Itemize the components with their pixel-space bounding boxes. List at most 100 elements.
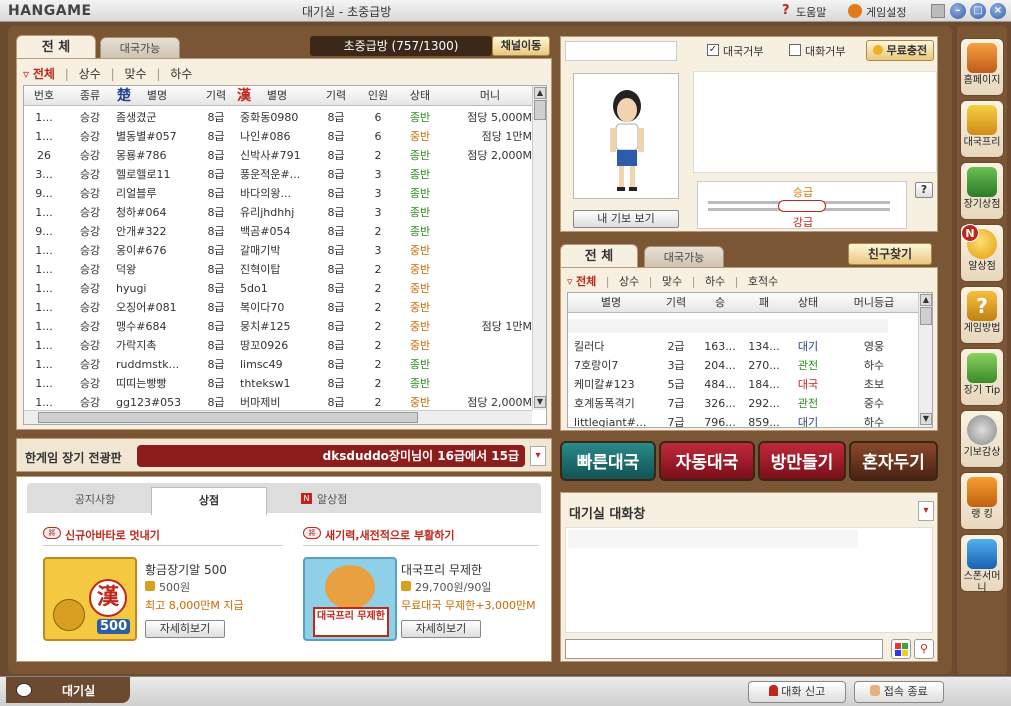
user-scroll-up-icon[interactable]: ▲	[920, 294, 932, 306]
table-row[interactable]: 1... 승강 청하#064 8급 유리jhdhhj 8급 3 종반	[24, 203, 532, 222]
channel-move-button[interactable]: 채널이동	[492, 36, 550, 56]
table-row[interactable]: 1... 승강 옹이#676 8급 갈매기박 8급 3 중반	[24, 241, 532, 260]
mascot-icon	[325, 565, 375, 609]
sidebar-item-replay[interactable]: 기보감상	[960, 410, 1004, 468]
chat-expand-icon[interactable]: ▾	[918, 501, 934, 521]
rank-help-button[interactable]: ?	[915, 182, 933, 198]
sidebar-item-tips[interactable]: 장기 Tip	[960, 348, 1004, 406]
table-cell: 8급	[207, 225, 225, 238]
table-row[interactable]: 1... 승강 맹수#684 8급 뭉치#125 8급 2 중반 점당 1만M	[24, 317, 532, 336]
tab-notice[interactable]: 공지사항	[55, 491, 135, 507]
hscroll-thumb[interactable]	[38, 412, 418, 423]
filter-lower[interactable]: 하수	[170, 67, 192, 81]
list-item[interactable]: 7호랑이7 3급 204... 270... 관전 하수	[568, 356, 918, 375]
list-item[interactable]: 케미칼#123 5급 484... 184... 대국 초보	[568, 375, 918, 394]
user-filter-upper[interactable]: 상수	[619, 275, 639, 288]
table-row[interactable]: 1... 승강 gg123#053 8급 버마제비 8급 2 중반 점당 2,000M	[24, 393, 532, 410]
table-row[interactable]: 1... 승강 가락지촉 8급 땅꼬0926 8급 2 중반	[24, 336, 532, 355]
find-friend-button[interactable]: 친구찾기	[848, 243, 932, 265]
user-filter-equal[interactable]: 맞수	[662, 275, 682, 288]
table-cell: 8급	[327, 111, 345, 124]
golden-pieces-image[interactable]: 漢 500	[43, 557, 137, 641]
promo-left[interactable]: 신규아바타로 멋내기	[65, 527, 160, 543]
user-scroll-thumb[interactable]	[920, 307, 932, 325]
table-row[interactable]: 3... 승강 헬로헬로11 8급 풍운적운#... 8급 3 종반	[24, 165, 532, 184]
free-charge-button[interactable]: 무료충전	[866, 40, 934, 61]
tab-room-available[interactable]: 대국가능	[100, 37, 180, 59]
item1-detail-button[interactable]: 자세히보기	[145, 620, 225, 638]
table-cell: 승강	[79, 187, 101, 200]
table-row[interactable]: 1... 승강 hyugi 8급 5do1 8급 2 중반	[24, 279, 532, 298]
scroll-thumb[interactable]	[534, 100, 546, 120]
promo-right[interactable]: 새기력,새전적으로 부활하기	[325, 527, 454, 543]
settings-link[interactable]: 게임설정	[866, 4, 906, 20]
item2-detail-button[interactable]: 자세히보기	[401, 620, 481, 638]
user-filter-lower[interactable]: 하수	[705, 275, 725, 288]
list-item[interactable]: 호계동폭격기 7급 326... 292... 관전 중수	[568, 394, 918, 413]
scroll-up-icon[interactable]: ▲	[534, 87, 546, 99]
room-vscrollbar[interactable]: ▲ ▼	[532, 86, 546, 410]
user-filter-rival[interactable]: 호적수	[748, 275, 778, 288]
reject-game-checkbox[interactable]: ✓	[707, 44, 719, 56]
table-cell: 1...	[35, 130, 53, 143]
exit-button[interactable]: 접속 종료	[854, 681, 944, 703]
table-row[interactable]: 1... 승강 ruddmstk... 8급 limsc49 8급 2 종반	[24, 355, 532, 374]
grid-icon[interactable]	[931, 4, 945, 18]
close-button[interactable]: ×	[990, 3, 1006, 19]
room-hscrollbar[interactable]	[24, 410, 532, 424]
user-filter-all[interactable]: 전체	[576, 275, 596, 288]
tab-user-all[interactable]: 전 체	[560, 244, 638, 268]
emoticon-icon[interactable]	[891, 639, 911, 659]
list-item[interactable]: 킬러다 2급 163... 134... 대기 영웅	[568, 337, 918, 356]
table-cell: 승강	[79, 377, 101, 390]
sidebar-item-how-to[interactable]: ? 게임방법	[960, 286, 1004, 344]
auto-game-button[interactable]: 자동대국	[659, 441, 755, 481]
table-row[interactable]: 1... 승강 띠띠는빵빵 8급 thteksw1 8급 2 종반	[24, 374, 532, 393]
report-chat-button[interactable]: 대화 신고	[748, 681, 846, 703]
table-row[interactable]: 26 승강 몽룡#786 8급 신박사#791 8급 2 종반 점당 2,000M	[24, 146, 532, 165]
maximize-button[interactable]: □	[970, 3, 986, 19]
home-icon	[967, 43, 997, 73]
filter-equal[interactable]: 맞수	[124, 67, 146, 81]
tab-room-all[interactable]: 전 체	[16, 35, 96, 59]
help-link[interactable]: 도움말	[796, 4, 826, 20]
user-vscrollbar[interactable]: ▲ ▼	[918, 293, 932, 427]
table-cell: 바다의왕...	[240, 187, 291, 200]
sidebar-item-homepage[interactable]: 홈페이지	[960, 38, 1004, 96]
table-row[interactable]: 1... 승강 오징어#081 8급 복이다70 8급 2 중반	[24, 298, 532, 317]
table-cell: 1...	[35, 244, 53, 257]
tab-user-available[interactable]: 대국가능	[644, 246, 724, 268]
reject-chat-checkbox[interactable]	[789, 44, 801, 56]
tab-egg-shop[interactable]: 알상점	[317, 491, 347, 507]
bottom-tab-lobby[interactable]: 대기실	[6, 677, 130, 703]
table-row[interactable]: 9... 승강 리얼블루 8급 바다의왕... 8급 3 종반	[24, 184, 532, 203]
chat-input[interactable]	[565, 639, 883, 659]
my-record-button[interactable]: 내 기보 보기	[573, 210, 679, 228]
list-cell: 관전	[797, 359, 819, 372]
table-row[interactable]: 1... 승강 덕왕 8급 진혁이탑 8급 2 중반	[24, 260, 532, 279]
minimize-button[interactable]: –	[950, 3, 966, 19]
filter-upper[interactable]: 상수	[79, 67, 101, 81]
table-cell: 1...	[35, 358, 53, 371]
sidebar-item-sponsor[interactable]: 스폰서머니	[960, 534, 1004, 594]
table-row[interactable]: 9... 승강 안개#322 8급 백곰#054 8급 2 종반	[24, 222, 532, 241]
user-scroll-down-icon[interactable]: ▼	[920, 413, 932, 425]
list-cell: 270...	[748, 359, 780, 372]
table-row[interactable]: 1... 승강 별동별#057 8급 나인#086 8급 6 중반 점당 1만M	[24, 127, 532, 146]
ticker-expand-icon[interactable]: ▾	[530, 446, 546, 466]
list-cell: 859...	[748, 416, 780, 428]
table-cell: 8급	[207, 187, 225, 200]
sidebar-item-ranking[interactable]: 랭 킹	[960, 472, 1004, 530]
solo-play-button[interactable]: 혼자두기	[849, 441, 938, 481]
quick-game-button[interactable]: 빠른대국	[560, 441, 656, 481]
sidebar-item-shop[interactable]: 장기상점	[960, 162, 1004, 220]
chat-search-icon[interactable]: ⚲	[914, 639, 934, 659]
sidebar-item-free-game[interactable]: 대국프리	[960, 100, 1004, 158]
filter-all[interactable]: 전체	[33, 67, 55, 81]
free-game-image[interactable]: 대국프리 무제한	[303, 557, 397, 641]
table-row[interactable]: 1... 승강 좀생겼군 8급 중화동0980 8급 6 종반 점당 5,000M	[24, 108, 532, 127]
tab-shop[interactable]: 상점	[151, 487, 267, 515]
list-item[interactable]: littlegiant#... 7급 796... 859... 대기 하수	[568, 413, 918, 428]
create-room-button[interactable]: 방만들기	[758, 441, 846, 481]
scroll-down-icon[interactable]: ▼	[534, 396, 546, 408]
